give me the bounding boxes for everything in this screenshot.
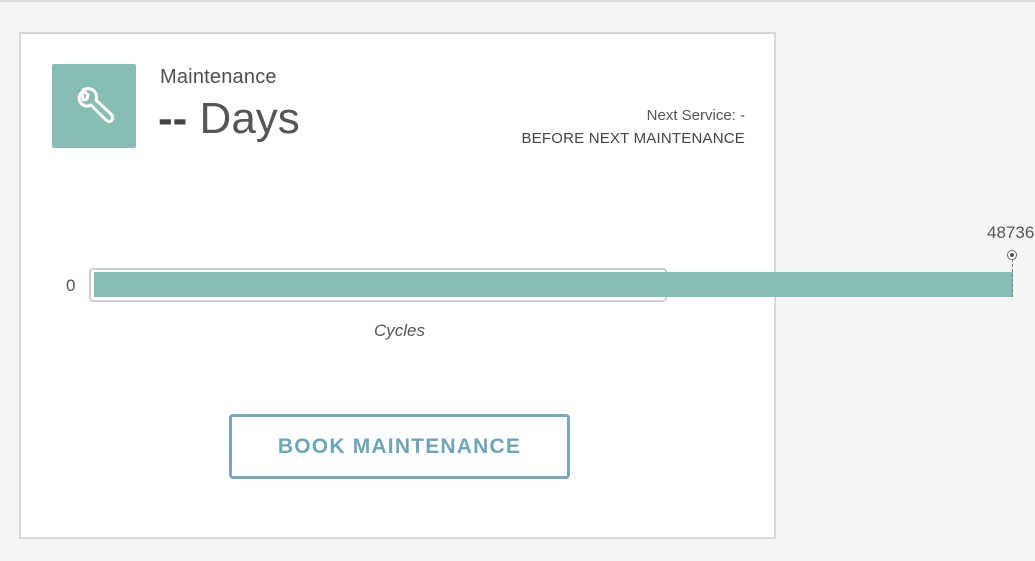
top-divider <box>0 0 1035 2</box>
progress-marker-dot <box>1007 250 1017 260</box>
progress-axis-label: Cycles <box>373 321 425 340</box>
book-maintenance-button[interactable]: BOOK MAINTENANCE <box>229 414 570 479</box>
maintenance-icon-tile <box>52 64 136 148</box>
card-title: Maintenance <box>160 66 277 88</box>
progress-fill <box>94 272 1013 297</box>
page: Maintenance -- Days Next Service: - BEFO… <box>0 0 1035 561</box>
next-service-text: Next Service: - <box>646 107 745 124</box>
before-next-maintenance-label: BEFORE NEXT MAINTENANCE <box>521 130 745 147</box>
progress-marker-line <box>1012 259 1013 297</box>
wrench-icon <box>77 87 115 123</box>
days-unit: Days <box>187 94 300 143</box>
days-value: -- <box>158 94 188 143</box>
days-remaining: -- Days <box>158 94 300 144</box>
progress-marker-label: 48736 <box>987 223 1035 242</box>
progress-min-label: 0 <box>66 276 76 295</box>
